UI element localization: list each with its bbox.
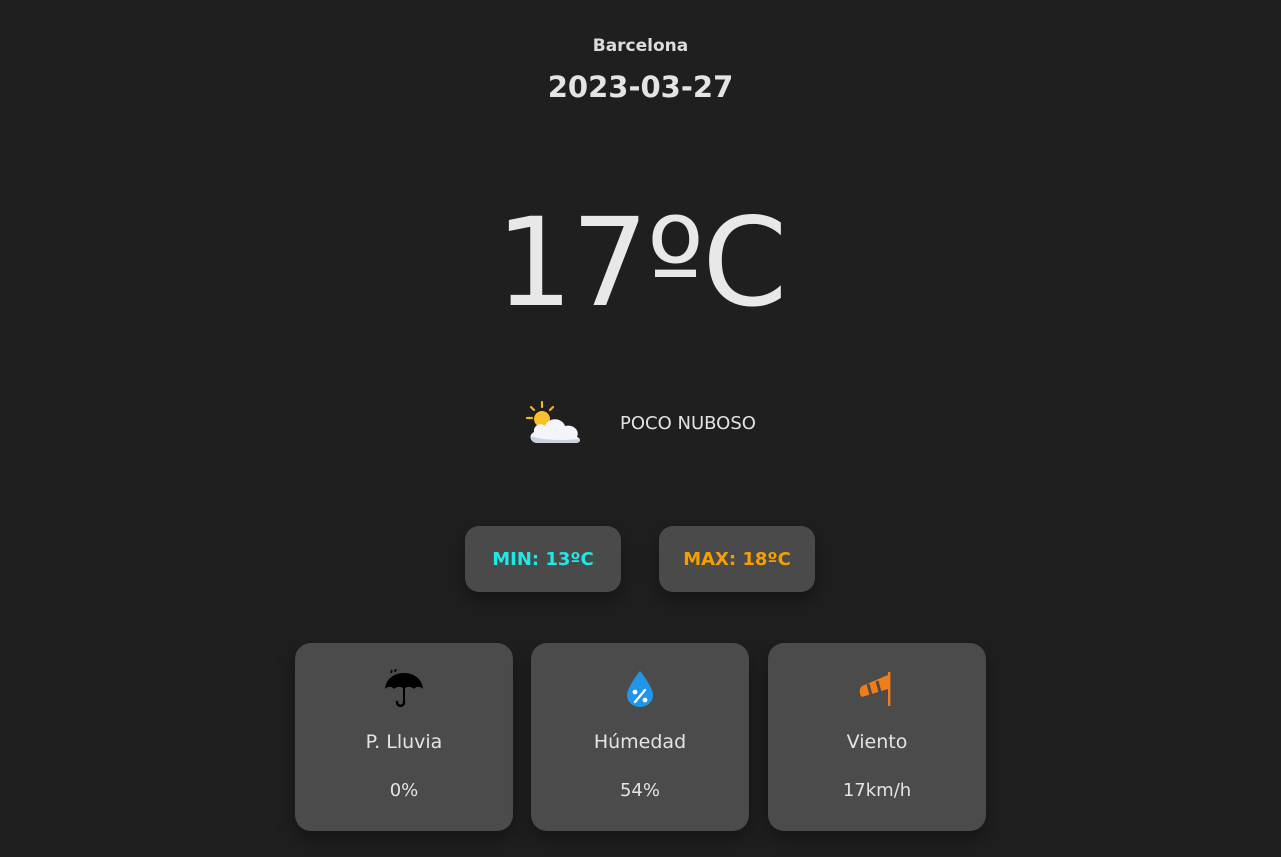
forecast-date: 2023-03-27: [547, 70, 734, 104]
humidity-card: Húmedad 54%: [531, 643, 749, 831]
detail-label: Viento: [846, 731, 908, 753]
max-temperature-badge: MAX: 18ºC: [659, 526, 815, 592]
umbrella-icon: [295, 669, 513, 709]
humidity-drop-icon: [531, 669, 749, 709]
detail-value: 0%: [389, 780, 419, 801]
detail-value: 54%: [619, 780, 660, 801]
windsock-icon: [768, 669, 986, 709]
condition-label: POCO NUBOSO: [620, 412, 756, 434]
detail-label: P. Lluvia: [365, 731, 443, 753]
wind-card: Viento 17km/h: [768, 643, 986, 831]
current-temperature: 17ºC: [495, 192, 788, 334]
city-name: Barcelona: [592, 36, 689, 56]
partly-cloudy-icon: [524, 399, 586, 447]
rain-probability-card: P. Lluvia 0%: [295, 643, 513, 831]
weather-page: Barcelona 2023-03-27 17ºC POCO NUBOSO MI…: [0, 0, 1281, 857]
weather-condition: POCO NUBOSO: [524, 398, 756, 448]
detail-value: 17km/h: [842, 780, 912, 801]
min-temperature-badge: MIN: 13ºC: [465, 526, 621, 592]
detail-label: Húmedad: [593, 731, 687, 753]
